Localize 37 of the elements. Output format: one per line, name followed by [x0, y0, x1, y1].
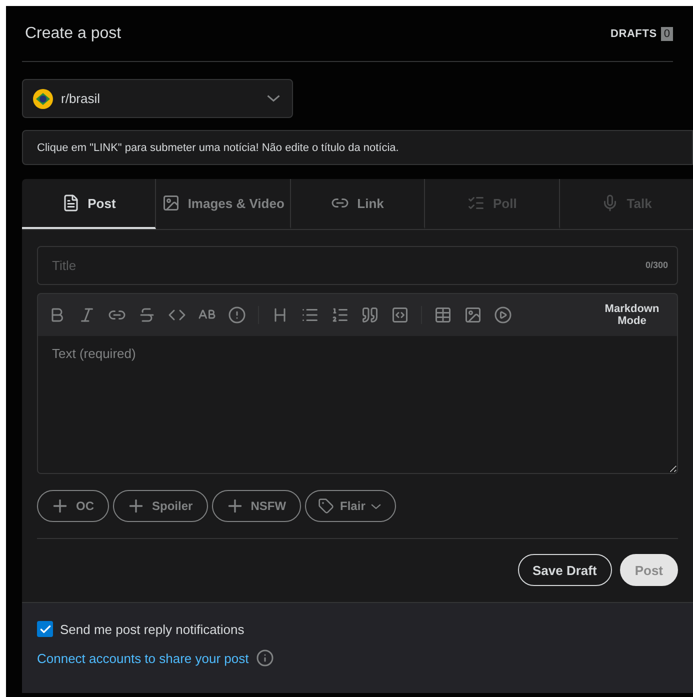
bullet-list-icon[interactable] [301, 306, 319, 324]
chevron-icon [371, 504, 382, 508]
italic-icon[interactable] [78, 306, 96, 324]
list-icon [467, 194, 485, 212]
tag-icon [318, 498, 334, 514]
community-icon [33, 88, 53, 108]
image-icon [162, 194, 180, 212]
tag-button[interactable]: NSFW [212, 490, 302, 522]
drafts-count: 0 [660, 26, 673, 40]
checkbox-label: Send me post reply notifications [60, 622, 244, 636]
numbered-list-icon[interactable] [331, 306, 349, 324]
strikethrough-icon[interactable] [138, 306, 156, 324]
text-field[interactable]: Text (required) [37, 336, 678, 474]
tag-button[interactable]: OC [37, 490, 109, 522]
tag-button[interactable]: Spoiler [113, 490, 208, 522]
rule-banner: Clique em "LINK" para submeter uma notícia! Não edite o título da notícia. [22, 130, 693, 165]
save-draft-button[interactable]: Save Draft [518, 554, 612, 586]
info-icon[interactable] [256, 649, 274, 667]
post-type-tab[interactable]: Images & Video [156, 179, 291, 229]
checkbox[interactable] [37, 621, 53, 637]
connect-accounts-link[interactable]: Connect accounts to share your post [37, 650, 249, 666]
video-icon[interactable] [494, 306, 512, 324]
code-block-icon[interactable] [391, 306, 409, 324]
table-icon[interactable] [434, 306, 452, 324]
chevron-icon [267, 95, 280, 102]
tag-button[interactable]: Flair [305, 490, 396, 522]
spoiler-icon[interactable] [228, 306, 246, 324]
post-type-tab[interactable]: Link [290, 179, 426, 229]
page-title: Create a post [24, 24, 122, 42]
quote-icon[interactable] [361, 306, 379, 324]
community-select[interactable]: r/brasil [22, 79, 293, 118]
drafts-link[interactable]: DRAFTS [610, 28, 657, 40]
post-type-tab[interactable]: Post [22, 179, 156, 229]
character-counter: 0/300 [645, 260, 668, 270]
post-icon [62, 194, 80, 212]
markdown-mode-button[interactable]: Markdown Mode [597, 303, 667, 327]
image-icon[interactable] [464, 306, 482, 324]
